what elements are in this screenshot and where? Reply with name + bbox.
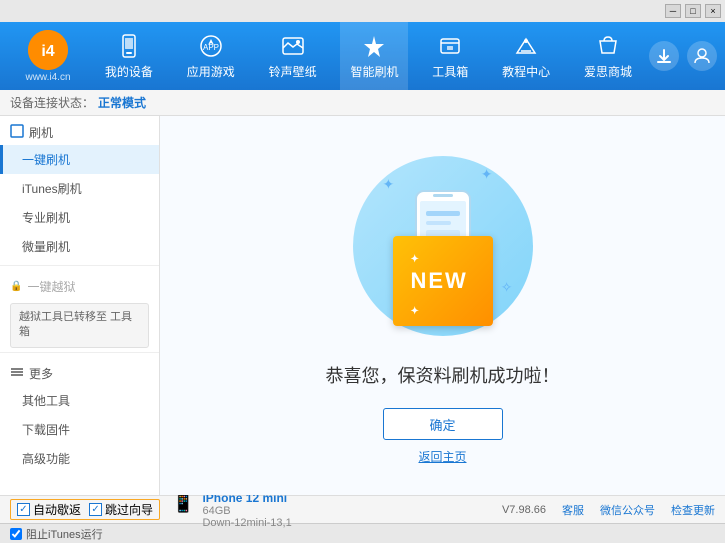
check-update-link[interactable]: 检查更新: [671, 502, 715, 518]
download-button[interactable]: [649, 41, 679, 71]
window-controls[interactable]: ─ □ ×: [665, 4, 721, 18]
divider-1: [0, 265, 159, 266]
header: i4 www.i4.cn 我的设备 APP: [0, 22, 725, 90]
sidebar-item-download-firmware[interactable]: 下载固件: [0, 415, 159, 444]
tutorial-icon: [512, 32, 540, 60]
nav-label-apps-games: 应用游戏: [187, 63, 235, 80]
wallpaper-icon: [279, 32, 307, 60]
checkboxes-container: ✓ 自动歇返 ✓ 跳过向导: [10, 499, 160, 520]
download-firmware-label: 下载固件: [22, 423, 70, 437]
nav-label-smart-flash: 智能刷机: [350, 63, 398, 80]
nav-label-tutorial: 教程中心: [502, 63, 550, 80]
wechat-public-link[interactable]: 微信公众号: [600, 502, 655, 518]
sparkle-icon-3: ✧: [501, 279, 513, 296]
nav-items: 我的设备 APP 应用游戏 铃声壁纸: [88, 22, 649, 90]
nav-item-wallpaper[interactable]: 铃声壁纸: [259, 22, 327, 90]
sidebar-item-advanced[interactable]: 高级功能: [0, 444, 159, 473]
flash-section-label: 刷机: [29, 124, 53, 141]
more-section-icon: [10, 365, 24, 382]
device-storage: 64GB: [202, 505, 291, 517]
skip-wizard-label: 跳过向导: [105, 501, 153, 518]
jailbreak-notice: 越狱工具已转移至 工具箱: [10, 303, 149, 348]
new-badge-text: NEW: [411, 268, 468, 293]
device-phone-icon: 📱: [172, 493, 194, 514]
status-label: 设备连接状态：: [10, 94, 94, 111]
skip-wizard-checkbox-label[interactable]: ✓ 跳过向导: [89, 501, 153, 518]
status-value: 正常模式: [98, 94, 146, 111]
nav-item-smart-flash[interactable]: 智能刷机: [340, 22, 408, 90]
svg-text:APP: APP: [203, 43, 219, 52]
sparkle-icon-2: ✦: [481, 166, 493, 183]
smart-flash-icon: [360, 32, 388, 60]
sparkle-icon-1: ✦: [383, 176, 395, 193]
hero-illustration: ✦ ✦ ✧ NEW: [343, 146, 543, 346]
logo[interactable]: i4 www.i4.cn: [8, 30, 88, 83]
main-area: 刷机 一键刷机 iTunes刷机 专业刷机 微量刷机 🔒 一键越狱 越狱工具已转…: [0, 116, 725, 495]
apps-icon: APP: [197, 32, 225, 60]
app-version: V7.98.66: [502, 504, 546, 516]
close-button[interactable]: ×: [705, 4, 721, 18]
title-bar: ─ □ ×: [0, 0, 725, 22]
user-button[interactable]: [687, 41, 717, 71]
flash-section-icon: [10, 124, 24, 141]
sidebar-section-more: 更多: [0, 357, 159, 386]
nav-item-store[interactable]: 爱思商城: [574, 22, 642, 90]
auto-start-checkbox[interactable]: ✓: [17, 503, 30, 516]
nav-label-tools: 工具箱: [432, 63, 468, 80]
action-buttons: 确定 返回主页: [383, 408, 503, 465]
divider-2: [0, 352, 159, 353]
itunes-checkbox[interactable]: [10, 528, 22, 540]
back-home-link[interactable]: 返回主页: [418, 448, 466, 465]
advanced-label: 高级功能: [22, 452, 70, 466]
my-device-icon: [115, 32, 143, 60]
nav-label-store: 爱思商城: [584, 63, 632, 80]
sidebar-section-jailbreak: 🔒 一键越狱: [0, 270, 159, 299]
pro-flash-label: 专业刷机: [22, 211, 70, 225]
sidebar-item-one-click-flash[interactable]: 一键刷机: [0, 145, 159, 174]
logo-url: www.i4.cn: [25, 72, 70, 83]
nav-item-my-device[interactable]: 我的设备: [95, 22, 163, 90]
nav-label-wallpaper: 铃声壁纸: [269, 63, 317, 80]
logo-icon: i4: [28, 30, 68, 70]
nav-item-apps-games[interactable]: APP 应用游戏: [177, 22, 245, 90]
success-message: 恭喜您，保资料刷机成功啦！: [326, 362, 560, 388]
nav-item-tools[interactable]: 工具箱: [422, 22, 478, 90]
customer-service-link[interactable]: 客服: [562, 502, 584, 518]
auto-start-checkbox-label[interactable]: ✓ 自动歇返: [17, 501, 81, 518]
nav-item-tutorial[interactable]: 教程中心: [492, 22, 560, 90]
auto-start-label: 自动歇返: [33, 501, 81, 518]
lock-icon: 🔒: [10, 281, 22, 292]
new-badge: NEW: [393, 236, 493, 326]
confirm-button[interactable]: 确定: [383, 408, 503, 440]
more-section-label: 更多: [29, 365, 53, 382]
sidebar-section-flash: 刷机: [0, 116, 159, 145]
sidebar-item-other-tools[interactable]: 其他工具: [0, 386, 159, 415]
minimize-button[interactable]: ─: [665, 4, 681, 18]
store-icon: [594, 32, 622, 60]
jailbreak-section-label: 一键越狱: [27, 278, 75, 295]
status-bar: 设备连接状态： 正常模式: [0, 90, 725, 116]
bottom-status-bar: ✓ 自动歇返 ✓ 跳过向导 📱 iPhone 12 mini 64GB Down…: [0, 495, 725, 523]
hero-section: ✦ ✦ ✧ NEW 恭喜您，保资料刷机成功啦！ 确定 返回主页: [326, 146, 560, 465]
skip-wizard-checkbox[interactable]: ✓: [89, 503, 102, 516]
jailbreak-notice-text: 越狱工具已转移至 工具箱: [19, 311, 132, 338]
one-click-flash-label: 一键刷机: [22, 153, 70, 167]
nav-right: [649, 41, 717, 71]
svg-text:i4: i4: [41, 43, 54, 60]
sidebar-item-itunes-flash[interactable]: iTunes刷机: [0, 174, 159, 203]
content-area: ✦ ✦ ✧ NEW 恭喜您，保资料刷机成功啦！ 确定 返回主页: [160, 116, 725, 495]
sidebar-item-save-flash[interactable]: 微量刷机: [0, 232, 159, 261]
sidebar: 刷机 一键刷机 iTunes刷机 专业刷机 微量刷机 🔒 一键越狱 越狱工具已转…: [0, 116, 160, 495]
nav-label-my-device: 我的设备: [105, 63, 153, 80]
tools-icon: [436, 32, 464, 60]
sidebar-item-pro-flash[interactable]: 专业刷机: [0, 203, 159, 232]
itunes-status-text: 阻止iTunes运行: [26, 526, 103, 542]
bottom-right: V7.98.66 客服 微信公众号 检查更新: [502, 502, 715, 518]
save-flash-label: 微量刷机: [22, 240, 70, 254]
restore-button[interactable]: □: [685, 4, 701, 18]
itunes-flash-label: iTunes刷机: [22, 182, 82, 196]
other-tools-label: 其他工具: [22, 394, 70, 408]
